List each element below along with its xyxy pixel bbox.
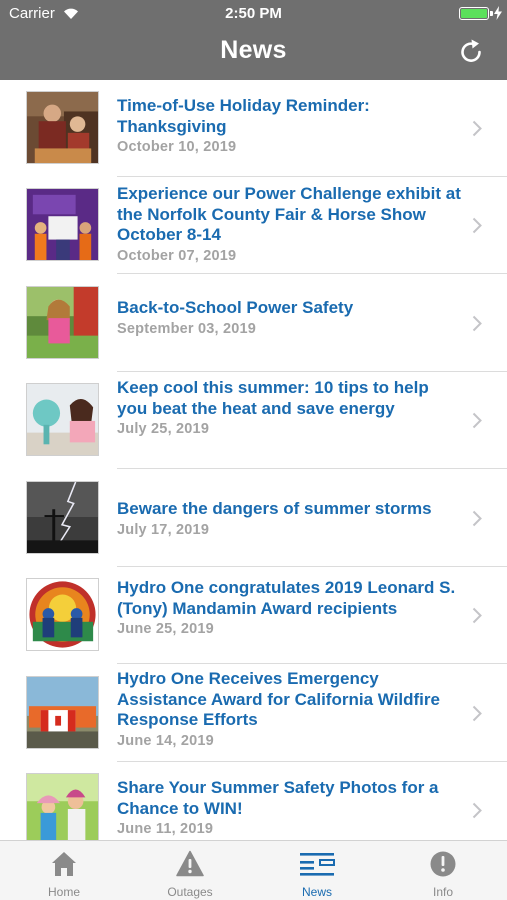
- news-date: July 17, 2019: [117, 521, 210, 538]
- tab-label: Info: [432, 885, 453, 899]
- news-icon: [300, 853, 335, 876]
- status-time: 2:50 PM: [225, 5, 282, 22]
- tab-outages[interactable]: Outages: [127, 841, 253, 900]
- news-item[interactable]: Experience our Power Challenge exhibit a…: [0, 177, 507, 274]
- news-item[interactable]: Time-of-Use Holiday Reminder: Thanksgivi…: [0, 80, 507, 177]
- battery-nub: [490, 11, 493, 16]
- news-date: June 14, 2019: [117, 732, 214, 749]
- news-date: October 07, 2019: [117, 247, 237, 264]
- nav-header: Carrier 2:50 PM News: [0, 0, 507, 80]
- news-title: Keep cool this summer: 10 tips to help y…: [117, 378, 429, 418]
- tab-home[interactable]: Home: [1, 841, 127, 900]
- news-title: Hydro One Receives Emergency Assistance …: [117, 669, 440, 729]
- news-thumbnail: [26, 578, 99, 651]
- info-icon: [430, 851, 456, 877]
- news-item[interactable]: Beware the dangers of summer storms July…: [0, 469, 507, 567]
- news-thumbnail: [26, 481, 99, 554]
- news-title: Hydro One congratulates 2019 Leonard S. …: [117, 578, 456, 618]
- chevron-right-icon: [472, 802, 482, 819]
- warning-icon: [176, 850, 204, 877]
- tab-news[interactable]: News: [254, 841, 380, 900]
- news-thumbnail: [26, 676, 99, 749]
- news-item[interactable]: Hydro One congratulates 2019 Leonard S. …: [0, 567, 507, 664]
- news-title: Back-to-School Power Safety: [117, 298, 354, 317]
- chevron-right-icon: [472, 412, 482, 429]
- news-thumbnail: [26, 383, 99, 456]
- chevron-right-icon: [472, 315, 482, 332]
- chevron-right-icon: [472, 607, 482, 624]
- tab-label: News: [301, 885, 332, 899]
- news-thumbnail: [26, 773, 99, 840]
- news-thumbnail: [26, 188, 99, 261]
- news-title: Beware the dangers of summer storms: [117, 499, 432, 518]
- status-bar: Carrier 2:50 PM: [0, 0, 507, 28]
- news-date: October 10, 2019: [117, 139, 237, 155]
- battery-icon: [459, 7, 489, 20]
- charging-bolt-icon: [494, 6, 502, 20]
- news-title: Share Your Summer Safety Photos for a Ch…: [117, 778, 439, 818]
- news-date: June 11, 2019: [117, 821, 214, 837]
- news-title: Time-of-Use Holiday Reminder: Thanksgivi…: [117, 96, 370, 136]
- chevron-right-icon: [472, 120, 482, 137]
- news-date: September 03, 2019: [117, 320, 257, 337]
- news-item[interactable]: Share Your Summer Safety Photos for a Ch…: [0, 762, 507, 840]
- news-item[interactable]: Back-to-School Power Safety September 03…: [0, 274, 507, 372]
- chevron-right-icon: [472, 510, 482, 527]
- chevron-right-icon: [472, 705, 482, 722]
- tab-label: Outages: [167, 885, 213, 899]
- tab-info[interactable]: Info: [380, 841, 506, 900]
- news-date: July 25, 2019: [117, 421, 210, 437]
- tab-bar: Home Outages News Info: [0, 840, 507, 900]
- page-title: News: [220, 36, 287, 64]
- news-thumbnail: [26, 286, 99, 359]
- chevron-right-icon: [472, 217, 482, 234]
- refresh-icon[interactable]: [457, 38, 485, 66]
- home-icon: [52, 852, 76, 876]
- news-date: June 25, 2019: [117, 621, 214, 637]
- news-thumbnail: [26, 91, 99, 164]
- news-item[interactable]: Hydro One Receives Emergency Assistance …: [0, 664, 507, 762]
- tab-label: Home: [47, 885, 80, 899]
- news-item[interactable]: Keep cool this summer: 10 tips to help y…: [0, 372, 507, 469]
- news-title: Experience our Power Challenge exhibit a…: [117, 184, 461, 244]
- news-list[interactable]: Time-of-Use Holiday Reminder: Thanksgivi…: [0, 80, 507, 840]
